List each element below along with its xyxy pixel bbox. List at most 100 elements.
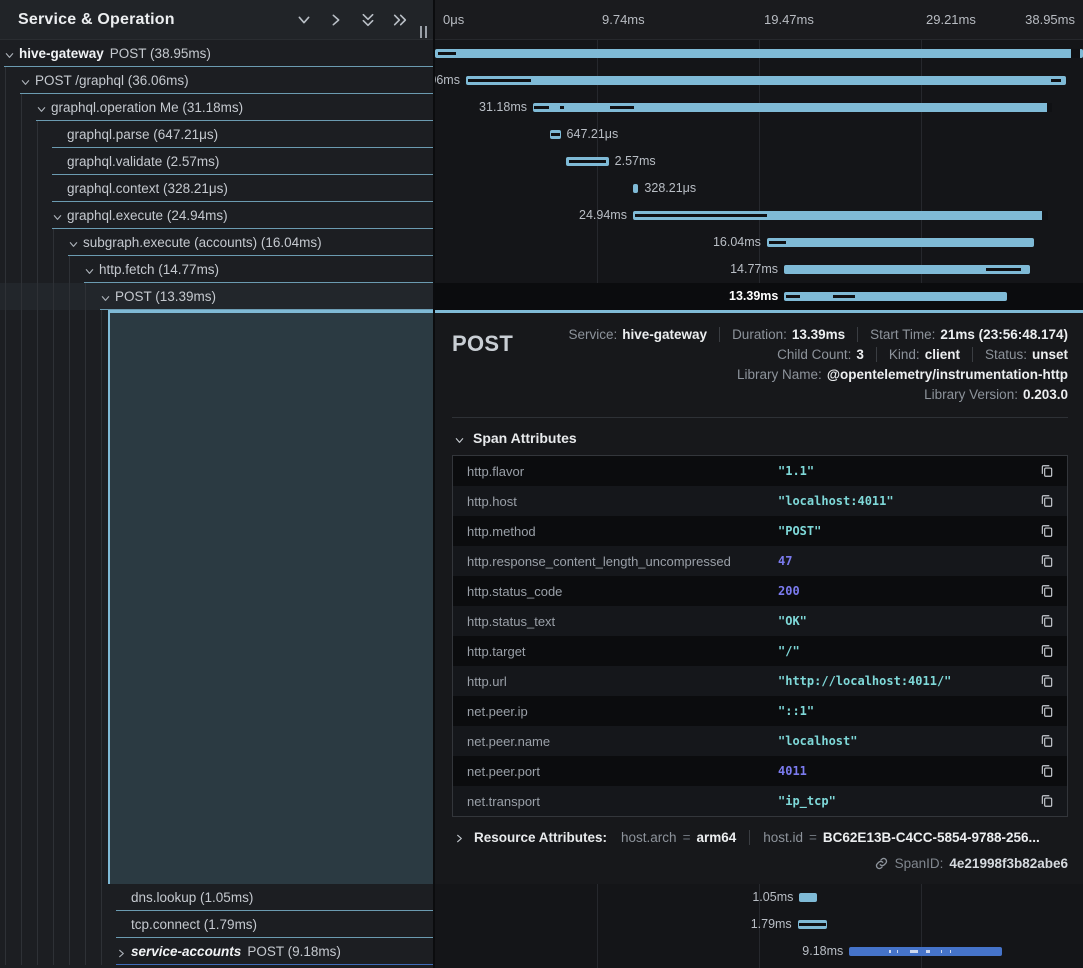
span-tree-row[interactable]: POST (13.39ms) [0, 283, 433, 310]
tree-toolbar [295, 11, 409, 29]
span-attributes-toggle[interactable]: Span Attributes [454, 430, 1068, 446]
indent-guide [5, 67, 6, 94]
span-tree-row[interactable]: dns.lookup (1.05ms) [0, 884, 433, 911]
indent-guide [21, 202, 22, 229]
span-bar[interactable] [784, 265, 1030, 274]
copy-icon[interactable] [1027, 644, 1067, 658]
chevron-down-icon[interactable] [68, 237, 79, 248]
span-tree-row[interactable]: graphql.operation Me (31.18ms) [0, 94, 433, 121]
chevron-down-icon[interactable] [52, 210, 63, 221]
chevron-down-icon[interactable] [20, 75, 31, 86]
child-span-mark [551, 133, 560, 136]
timeline-row[interactable]: 1.05ms [435, 884, 1083, 911]
attribute-value: "localhost:4011" [778, 494, 1027, 508]
panel-resize-handle[interactable] [420, 26, 427, 38]
copy-icon[interactable] [1027, 704, 1067, 718]
timeline-ruler: 0μs9.74ms19.47ms29.21ms38.95ms [435, 0, 1083, 40]
link-icon[interactable] [874, 856, 889, 871]
span-tree-row[interactable]: http.fetch (14.77ms) [0, 256, 433, 283]
attribute-key: http.host [453, 494, 778, 509]
timeline-row[interactable]: 16.04ms [435, 229, 1083, 256]
child-span-mark [438, 52, 456, 55]
timeline-row[interactable]: 14.77ms [435, 256, 1083, 283]
indent-guide [5, 256, 6, 283]
timeline-row[interactable]: 328.21μs [435, 175, 1083, 202]
indent-guide [37, 911, 38, 938]
resource-attributes-title[interactable]: Resource Attributes: [474, 830, 607, 845]
span-bar[interactable] [533, 103, 1052, 112]
span-tree-row[interactable]: hive-gatewayPOST (38.95ms) [0, 40, 433, 67]
attribute-value: 200 [778, 584, 1027, 598]
chevron-down-icon[interactable] [100, 291, 111, 302]
copy-icon[interactable] [1027, 464, 1067, 478]
indent-guide [101, 884, 102, 911]
span-bar[interactable] [849, 947, 1002, 956]
indent-guide [85, 938, 86, 965]
chevron-down-icon[interactable] [4, 48, 15, 59]
span-tree-row[interactable]: graphql.context (328.21μs) [0, 175, 433, 202]
span-bar[interactable] [799, 893, 816, 902]
span-bar[interactable] [798, 920, 828, 929]
span-name: POST /graphql (36.06ms) [35, 67, 189, 93]
timeline-row[interactable]: 9.18ms [435, 938, 1083, 965]
operation-name: graphql.execute (24.94ms) [67, 208, 228, 223]
status-label: Status: [985, 347, 1027, 362]
span-tree-row[interactable]: graphql.execute (24.94ms) [0, 202, 433, 229]
child-span-mark [534, 106, 549, 109]
collapse-one-icon[interactable] [295, 11, 313, 29]
indent-guide [5, 94, 6, 121]
timeline-row[interactable]: 24.94ms [435, 202, 1083, 229]
span-tree-row[interactable]: subgraph.execute (accounts) (16.04ms) [0, 229, 433, 256]
span-bar[interactable] [784, 292, 1007, 301]
copy-icon[interactable] [1027, 764, 1067, 778]
copy-icon[interactable] [1027, 794, 1067, 808]
timeline-row[interactable]: 36.06ms [435, 67, 1083, 94]
equals-sign: = [683, 830, 691, 845]
span-bar[interactable] [633, 211, 1048, 220]
duration-label: 31.18ms [479, 100, 527, 114]
copy-icon[interactable] [1027, 524, 1067, 538]
span-bar[interactable] [550, 130, 561, 139]
copy-icon[interactable] [1027, 674, 1067, 688]
span-tree-row[interactable]: graphql.validate (2.57ms) [0, 148, 433, 175]
span-bar[interactable] [633, 184, 638, 193]
span-tree-row[interactable]: graphql.parse (647.21μs) [0, 121, 433, 148]
span-tree-row[interactable]: service-accountsPOST (9.18ms) [0, 938, 433, 965]
left-panel-header: Service & Operation [0, 0, 433, 40]
chevron-right-icon[interactable] [454, 832, 465, 843]
indent-guide [37, 283, 38, 310]
span-bar[interactable] [566, 157, 609, 166]
duration-label: 1.05ms [752, 890, 793, 904]
expand-all-icon[interactable] [391, 11, 409, 29]
span-bar[interactable] [466, 76, 1066, 85]
attribute-value: "POST" [778, 524, 1027, 538]
copy-icon[interactable] [1027, 584, 1067, 598]
collapse-all-icon[interactable] [359, 11, 377, 29]
operation-name: POST (38.95ms) [110, 46, 211, 61]
chevron-down-icon[interactable] [36, 102, 47, 113]
copy-icon[interactable] [1027, 494, 1067, 508]
span-tree-row[interactable]: POST /graphql (36.06ms) [0, 67, 433, 94]
timeline-row[interactable]: 38.95ms [435, 40, 1083, 67]
indent-guide [37, 148, 38, 175]
span-name: tcp.connect (1.79ms) [131, 911, 257, 937]
copy-icon[interactable] [1027, 734, 1067, 748]
duration-label: 647.21μs [567, 127, 619, 141]
chevron-right-icon[interactable] [116, 946, 127, 957]
span-bar[interactable] [435, 49, 1083, 58]
timeline-row[interactable]: 31.18ms [435, 94, 1083, 121]
copy-icon[interactable] [1027, 554, 1067, 568]
timeline-row[interactable]: 2.57ms [435, 148, 1083, 175]
resource-attribute-key: host.id [763, 830, 803, 845]
indent-guide [5, 884, 6, 911]
indent-guide [5, 229, 6, 256]
span-tree-row[interactable]: tcp.connect (1.79ms) [0, 911, 433, 938]
timeline-row[interactable]: 1.79ms [435, 911, 1083, 938]
timeline-row[interactable]: 13.39ms [435, 283, 1083, 310]
copy-icon[interactable] [1027, 614, 1067, 628]
timeline-row[interactable]: 647.21μs [435, 121, 1083, 148]
span-bar[interactable] [767, 238, 1034, 247]
expand-one-icon[interactable] [327, 11, 345, 29]
chevron-down-icon[interactable] [84, 264, 95, 275]
indent-guide [5, 202, 6, 229]
